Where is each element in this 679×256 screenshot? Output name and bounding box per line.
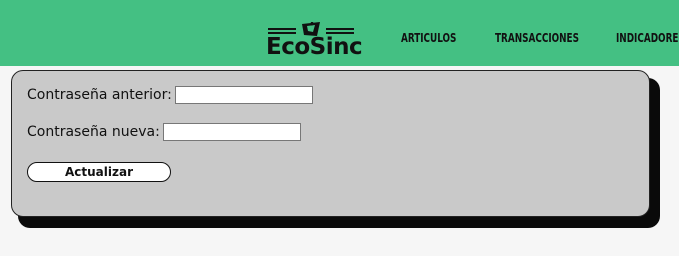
brand-logo[interactable]: EcoSinc [262,10,363,62]
change-password-form: Contraseña anterior: Contraseña nueva: A… [11,70,650,217]
old-password-row: Contraseña anterior: [27,86,313,104]
top-navigation-bar: EcoSinc ARTICULOS TRANSACCIONES INDICADO… [0,0,679,66]
nav-item-transacciones[interactable]: TRANSACCIONES [495,31,579,45]
old-password-input[interactable] [174,86,313,104]
new-password-input[interactable] [162,123,301,141]
nav-item-indicadores[interactable]: INDICADORES [616,31,679,45]
old-password-label: Contraseña anterior: [27,87,172,103]
new-password-label: Contraseña nueva: [27,124,160,140]
update-button[interactable]: Actualizar [27,162,171,182]
new-password-row: Contraseña nueva: [27,123,301,141]
logo-text: EcoSinc [266,34,363,60]
nav-item-articulos[interactable]: ARTICULOS [401,31,456,45]
